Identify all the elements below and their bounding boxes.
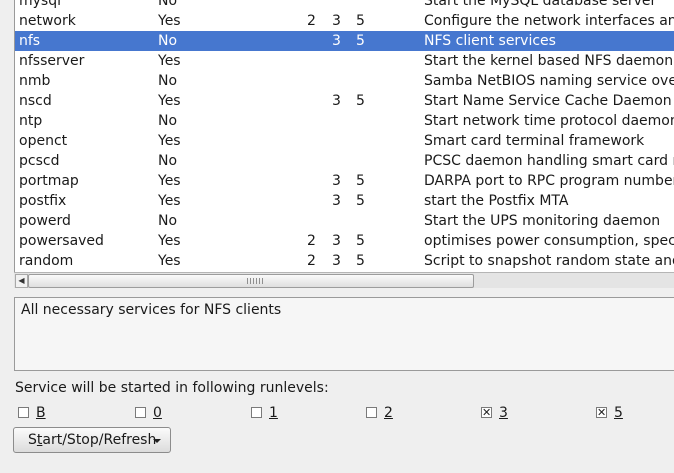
service-enabled-cell: No bbox=[158, 0, 178, 9]
service-name-cell: powerd bbox=[19, 213, 71, 229]
service-enabled-cell: Yes bbox=[158, 13, 181, 29]
table-row[interactable]: nfs No 3 5 NFS client services bbox=[15, 31, 674, 51]
runlevel-3-cell: 3 bbox=[332, 253, 341, 269]
service-enabled-cell: Yes bbox=[158, 253, 181, 269]
runlevel-3-cell: 3 bbox=[332, 13, 341, 29]
services-table[interactable]: mysql No Start the MySQL database server ne… bbox=[14, 0, 674, 272]
service-description-cell: Start Name Service Cache Daemon bbox=[424, 93, 672, 109]
service-description-cell: DARPA port to RPC program number r bbox=[424, 173, 674, 189]
service-name-cell: mysql bbox=[19, 0, 61, 9]
button-label-prefix: S bbox=[28, 432, 37, 448]
runlevel-2-cell: 2 bbox=[307, 13, 316, 29]
table-row[interactable]: mysql No Start the MySQL database server bbox=[15, 0, 674, 11]
service-description-cell: Configure the network interfaces and s bbox=[424, 13, 674, 29]
runlevel-3-cell: 3 bbox=[332, 173, 341, 189]
service-enabled-cell: Yes bbox=[158, 173, 181, 189]
runlevel-checkbox-label: 3 bbox=[499, 405, 508, 421]
chevron-down-icon bbox=[153, 439, 161, 443]
runlevels-label: Service will be started in following run… bbox=[15, 380, 329, 396]
runlevel-checkbox-label: 0 bbox=[153, 405, 162, 421]
table-row[interactable]: powerd No Start the UPS monitoring daemon bbox=[15, 211, 674, 231]
runlevel-3-cell: 3 bbox=[332, 233, 341, 249]
table-row[interactable]: pcscd No PCSC daemon handling smart card r… bbox=[15, 151, 674, 171]
table-row[interactable]: openct Yes Smart card terminal framework bbox=[15, 131, 674, 151]
table-row[interactable]: powersaved Yes 2 3 5 optimises power consumpt… bbox=[15, 231, 674, 251]
service-enabled-cell: No bbox=[158, 33, 178, 49]
service-name-cell: nfs bbox=[19, 33, 41, 49]
service-name-cell: postfix bbox=[19, 193, 67, 209]
service-name-cell: nfsserver bbox=[19, 53, 85, 69]
runlevel-checkbox-label: 2 bbox=[384, 405, 393, 421]
service-enabled-cell: Yes bbox=[158, 133, 181, 149]
service-description-text: All necessary services for NFS clients bbox=[21, 302, 282, 318]
table-row[interactable]: nfsserver Yes Start the kernel based NFS d… bbox=[15, 51, 674, 71]
service-enabled-cell: Yes bbox=[158, 233, 181, 249]
service-name-cell: openct bbox=[19, 133, 68, 149]
table-row[interactable]: nscd Yes 3 5 Start Name Service Cache Daemon bbox=[15, 91, 674, 111]
runlevel-5-cell: 5 bbox=[356, 13, 365, 29]
runlevel-3-cell: 3 bbox=[332, 93, 341, 109]
service-description-cell: start the Postfix MTA bbox=[424, 193, 569, 209]
service-name-cell: ntp bbox=[19, 113, 43, 129]
runlevel-5-cell: 5 bbox=[356, 93, 365, 109]
runlevel-2-cell: 2 bbox=[307, 253, 316, 269]
runlevel-5-cell: 5 bbox=[356, 33, 365, 49]
runlevel-3-cell: 3 bbox=[332, 193, 341, 209]
service-enabled-cell: No bbox=[158, 113, 178, 129]
scroll-left-arrow-icon[interactable]: ◀ bbox=[15, 274, 28, 288]
service-description-cell: Smart card terminal framework bbox=[424, 133, 645, 149]
service-enabled-cell: Yes bbox=[158, 93, 181, 109]
runlevel-3-cell: 3 bbox=[332, 33, 341, 49]
service-description-cell: NFS client services bbox=[424, 33, 556, 49]
runlevel-5-cell: 5 bbox=[356, 193, 365, 209]
service-description-cell: Samba NetBIOS naming service over I bbox=[424, 73, 674, 89]
table-row[interactable]: nmb No Samba NetBIOS naming service over I bbox=[15, 71, 674, 91]
service-name-cell: nscd bbox=[19, 93, 52, 109]
start-stop-refresh-button[interactable]: Start/Stop/Refresh bbox=[13, 427, 171, 453]
service-enabled-cell: Yes bbox=[158, 53, 181, 69]
service-description-box: All necessary services for NFS clients bbox=[14, 297, 674, 371]
checkbox-unchecked-icon[interactable] bbox=[251, 407, 262, 418]
runlevel-5-cell: 5 bbox=[356, 173, 365, 189]
table-row[interactable]: network Yes 2 3 5 Configure the network inter… bbox=[15, 11, 674, 31]
checkbox-checked-icon[interactable]: ✕ bbox=[596, 407, 607, 418]
service-enabled-cell: No bbox=[158, 73, 178, 89]
table-row[interactable]: postfix Yes 3 5 start the Postfix MTA bbox=[15, 191, 674, 211]
checkbox-checked-icon[interactable]: ✕ bbox=[481, 407, 492, 418]
table-row[interactable]: ntp No Start network time protocol daemon … bbox=[15, 111, 674, 131]
service-name-cell: portmap bbox=[19, 173, 79, 189]
runlevel-2-cell: 2 bbox=[307, 233, 316, 249]
service-description-cell: Start the MySQL database server bbox=[424, 0, 657, 9]
button-label-suffix: art/Stop/Refresh bbox=[42, 432, 157, 448]
service-description-cell: Start network time protocol daemon (N bbox=[424, 113, 674, 129]
service-enabled-cell: Yes bbox=[158, 193, 181, 209]
table-row[interactable]: random Yes 2 3 5 Script to snapshot random st… bbox=[15, 251, 674, 271]
scrollbar-grip-icon bbox=[247, 278, 265, 284]
service-description-cell: Start the UPS monitoring daemon bbox=[424, 213, 661, 229]
runlevel-checkbox-label: 1 bbox=[269, 405, 278, 421]
service-name-cell: nmb bbox=[19, 73, 51, 89]
checkbox-unchecked-icon[interactable] bbox=[366, 407, 377, 418]
service-description-cell: Start the kernel based NFS daemon bbox=[424, 53, 674, 69]
table-row[interactable]: portmap Yes 3 5 DARPA port to RPC program nu… bbox=[15, 171, 674, 191]
service-name-cell: pcscd bbox=[19, 153, 60, 169]
service-description-cell: Script to snapshot random state and re bbox=[424, 253, 674, 269]
service-description-cell: optimises power consumption, speciall bbox=[424, 233, 674, 249]
service-name-cell: powersaved bbox=[19, 233, 104, 249]
horizontal-scrollbar[interactable]: ◀ bbox=[14, 272, 674, 288]
service-name-cell: random bbox=[19, 253, 74, 269]
service-enabled-cell: No bbox=[158, 153, 178, 169]
service-enabled-cell: No bbox=[158, 213, 178, 229]
runlevel-checkbox-label: 5 bbox=[614, 405, 623, 421]
service-name-cell: network bbox=[19, 13, 76, 29]
scrollbar-thumb[interactable] bbox=[28, 274, 474, 288]
checkbox-unchecked-icon[interactable] bbox=[135, 407, 146, 418]
checkbox-unchecked-icon[interactable] bbox=[18, 407, 29, 418]
runlevel-checkbox-label: B bbox=[36, 405, 46, 421]
runlevel-5-cell: 5 bbox=[356, 233, 365, 249]
runlevel-5-cell: 5 bbox=[356, 253, 365, 269]
service-description-cell: PCSC daemon handling smart card re bbox=[424, 153, 674, 169]
